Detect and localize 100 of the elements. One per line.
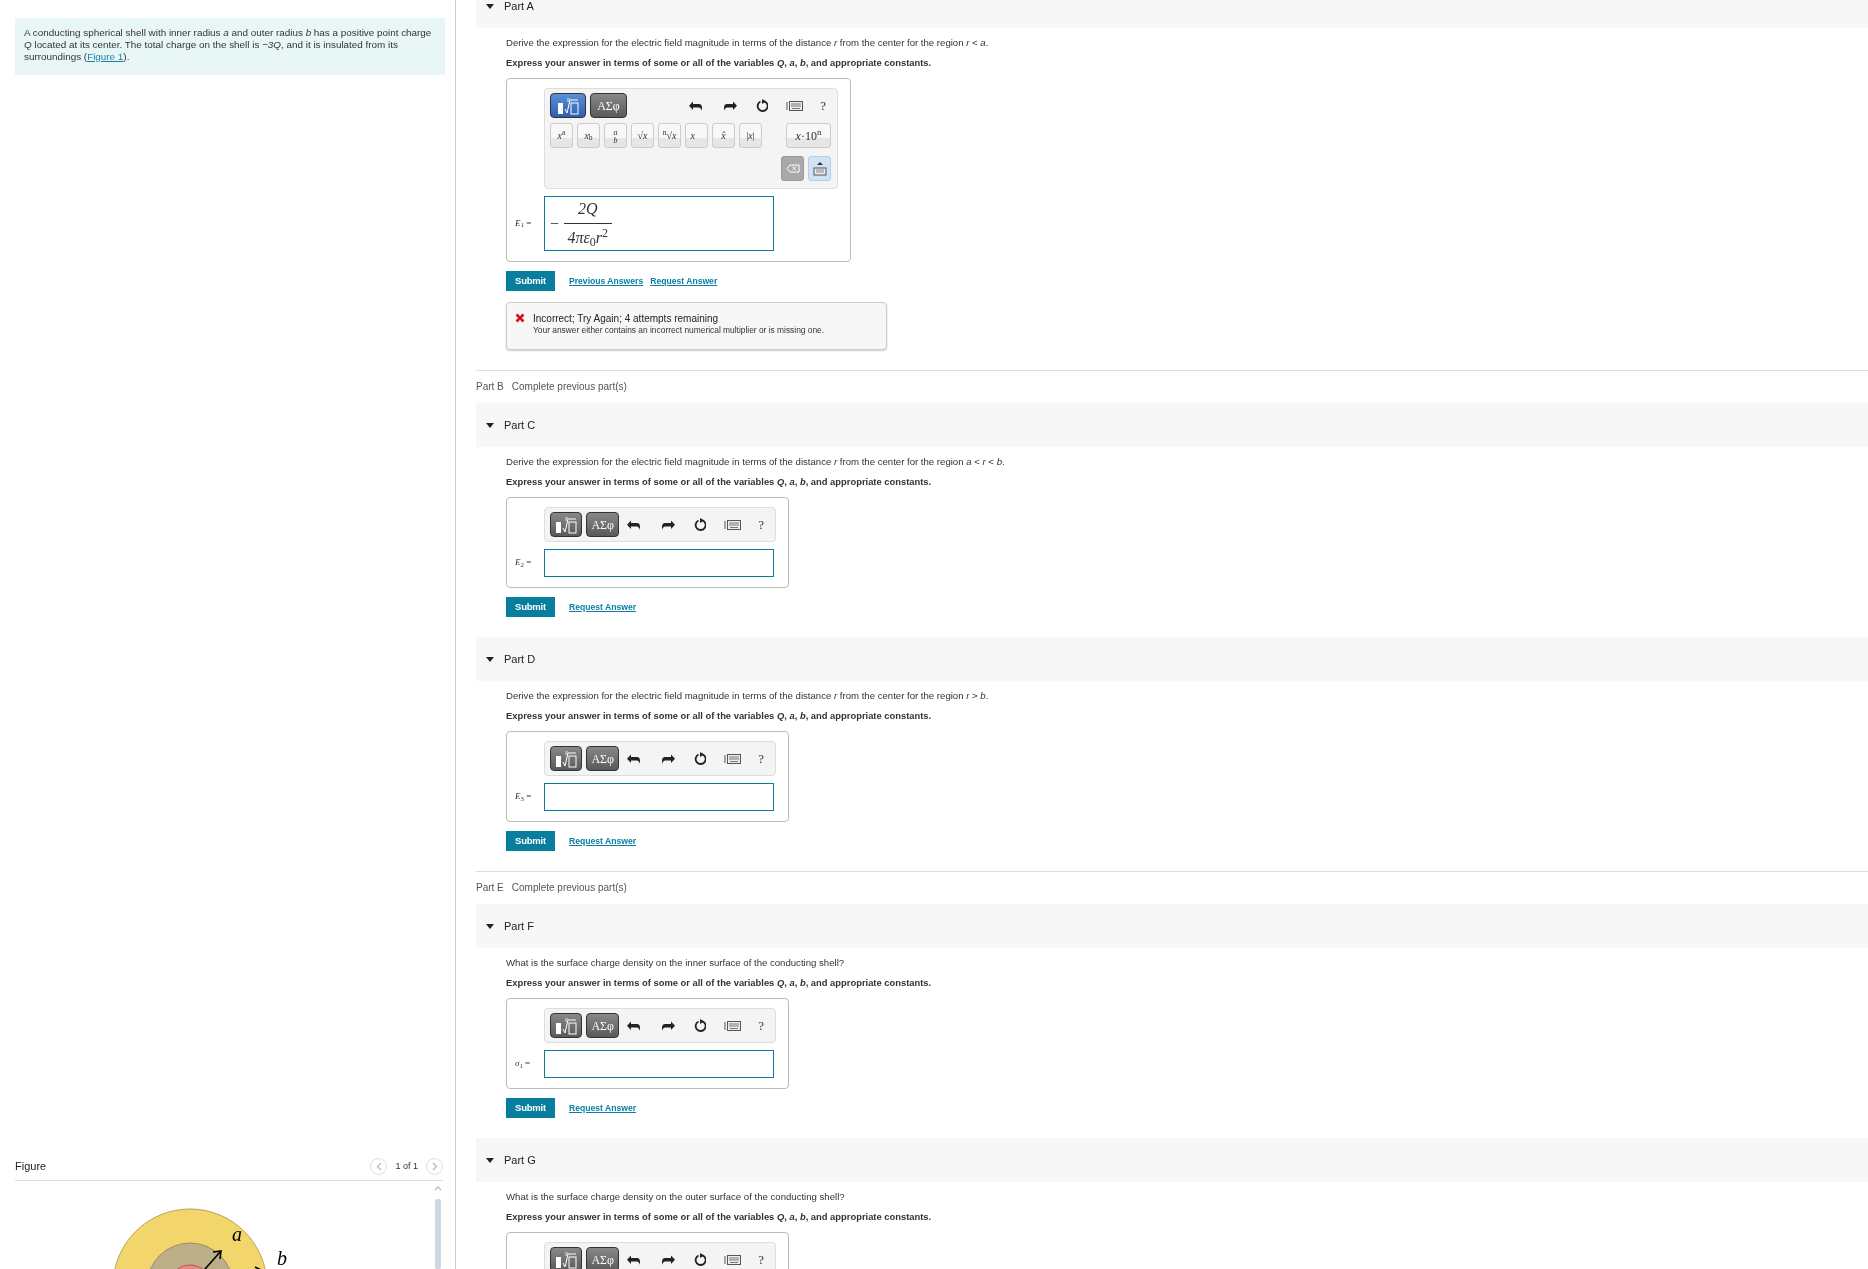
page-counter: 1 of 1 (395, 1159, 418, 1173)
caret-icon[interactable] (486, 1157, 494, 1163)
answer-link[interactable]: Previous Answers (569, 274, 644, 288)
symbols-button[interactable]: ΑΣφ (586, 746, 620, 771)
undo-arrow-icon (627, 1253, 642, 1266)
template-icon (557, 96, 579, 115)
help-button[interactable]: ? (755, 1015, 767, 1036)
caret-icon[interactable] (486, 656, 494, 662)
template-icon (555, 749, 578, 768)
symbols-button[interactable]: ΑΣφ (586, 512, 620, 537)
feedback-title: Incorrect; Try Again; 4 attempts remaining (533, 313, 720, 325)
math-key[interactable]: x⃗ (685, 123, 708, 148)
caret-icon[interactable] (486, 422, 494, 428)
template-icon (555, 1016, 578, 1035)
template-button[interactable] (550, 512, 583, 537)
part-header[interactable]: Part D (476, 637, 1868, 681)
help-button[interactable]: ? (817, 95, 829, 116)
math-key[interactable]: x$_{b}$ (577, 123, 600, 148)
answer-field[interactable] (544, 1050, 774, 1078)
caret-icon[interactable] (486, 923, 494, 929)
chevron-left-icon (375, 1162, 382, 1171)
undo-arrow-icon (627, 518, 642, 531)
answer-link[interactable]: Request Answer (569, 1101, 637, 1115)
part-header[interactable]: Part C (476, 403, 1868, 447)
help-button[interactable]: ? (755, 514, 767, 535)
part-header[interactable]: Part G (476, 1138, 1868, 1182)
backspace-icon (785, 164, 800, 173)
redo-arrow-icon (661, 518, 676, 531)
math-key[interactable]: √x (631, 123, 654, 148)
undo-arrow-icon (627, 1019, 642, 1032)
reset-icon (693, 1018, 707, 1033)
scientific-notation-key[interactable]: x·10$^{n}$ (786, 123, 831, 148)
part-label: Part B (476, 381, 504, 393)
math-key[interactable]: x$^{a}$ (550, 123, 573, 148)
figure-link[interactable]: Figure 1 (87, 51, 124, 62)
reset-icon (693, 1252, 707, 1267)
keyboard-icon (812, 161, 827, 176)
math-key[interactable]: |x| (739, 123, 762, 148)
keyboard-icon (786, 99, 804, 112)
symbols-button[interactable]: ΑΣφ (590, 93, 627, 118)
answer-field[interactable] (544, 783, 774, 811)
reset-icon (693, 751, 707, 766)
cross-icon (515, 313, 525, 323)
scrollbar[interactable] (434, 1185, 442, 1269)
symbols-button[interactable]: ΑΣφ (586, 1013, 620, 1038)
fraction: 2Q 4πε$_{0}$r$^{2}$ (564, 197, 612, 250)
keyboard-toggle-key[interactable] (808, 156, 831, 181)
submit-button[interactable]: Submit (506, 1098, 555, 1118)
keyboard-icon (724, 1253, 742, 1266)
question-text: What is the surface charge density on the inner surface of the conducting shell? (506, 956, 846, 970)
part-status: Complete previous part(s) (511, 882, 627, 894)
template-button[interactable] (550, 746, 583, 771)
part-header[interactable]: Part A (476, 0, 1868, 28)
redo-arrow-icon (661, 1253, 676, 1266)
question-text: Derive the expression for the electric field magnitude in terms of the distance r from the center for the region r > b. (506, 689, 990, 703)
math-key[interactable]: x̂ (712, 123, 735, 148)
caret-icon[interactable] (486, 3, 494, 9)
answer-field[interactable]: − 2Q 4πε$_{0}$r$^{2}$ (544, 196, 774, 251)
answer-label: E$_{1}$ = (515, 216, 533, 231)
answer-label: σ$_{1}$ = (515, 1057, 532, 1071)
instruction-text: Express your answer in terms of some or all of the variables Q, a, b, and appropriate constants. (506, 1210, 933, 1224)
symbols-button[interactable]: ΑΣφ (586, 1247, 620, 1269)
math-key[interactable]: $^{n}$√x (658, 123, 681, 148)
answer-label: E$_{3}$ = (515, 790, 533, 804)
help-button[interactable]: ? (755, 748, 767, 769)
redo-arrow-icon (661, 1019, 676, 1032)
part-label: Part E (476, 882, 504, 894)
question-text: Derive the expression for the electric field magnitude in terms of the distance r from the center for the region a < r < b. (506, 455, 1006, 469)
answer-link[interactable]: Request Answer (569, 600, 637, 614)
template-button[interactable] (550, 1013, 583, 1038)
help-button[interactable]: ? (755, 1249, 767, 1269)
template-icon (555, 1250, 578, 1269)
redo-arrow-icon (661, 752, 676, 765)
template-button[interactable] (550, 93, 586, 118)
answer-link[interactable]: Request Answer (650, 274, 718, 288)
answer-label: E$_{2}$ = (515, 556, 533, 570)
submit-button[interactable]: Submit (506, 271, 555, 291)
part-header[interactable]: Part F (476, 904, 1868, 948)
answer-field[interactable] (544, 549, 774, 577)
figure-title: Figure (15, 1159, 47, 1175)
answer-link[interactable]: Request Answer (569, 834, 637, 848)
instruction-text: Express your answer in terms of some or all of the variables Q, a, b, and appropriate constants. (506, 475, 933, 489)
submit-button[interactable]: Submit (506, 831, 555, 851)
keyboard-icon (724, 752, 742, 765)
instruction-text: Express your answer in terms of some or all of the variables Q, a, b, and appropriate constants. (506, 976, 933, 990)
question-text: What is the surface charge density on the outer surface of the conducting shell? (506, 1190, 846, 1204)
undo-arrow-icon (627, 752, 642, 765)
template-button[interactable] (550, 1247, 583, 1269)
problem-text: A conducting spherical shell with inner radius a and outer radius b has a positive point charge Q located at its center. The total charge on the shell is −3Q, and it is insulated from its surroundings (Figure 1). (15, 18, 445, 75)
undo-arrow-icon (689, 99, 704, 112)
keyboard-icon (724, 1019, 742, 1032)
reset-icon (693, 517, 707, 532)
minus-sign: − (550, 213, 560, 234)
chevron-up-icon (434, 1185, 442, 1191)
fraction-key[interactable]: a b (604, 123, 627, 148)
submit-button[interactable]: Submit (506, 597, 555, 617)
shell-drawing: a b (112, 1208, 287, 1269)
part-status: Complete previous part(s) (511, 381, 627, 393)
instruction-text: Express your answer in terms of some or all of the variables Q, a, b, and appropriate constants. (506, 56, 933, 70)
instruction-text: Express your answer in terms of some or all of the variables Q, a, b, and appropriate constants. (506, 709, 933, 723)
